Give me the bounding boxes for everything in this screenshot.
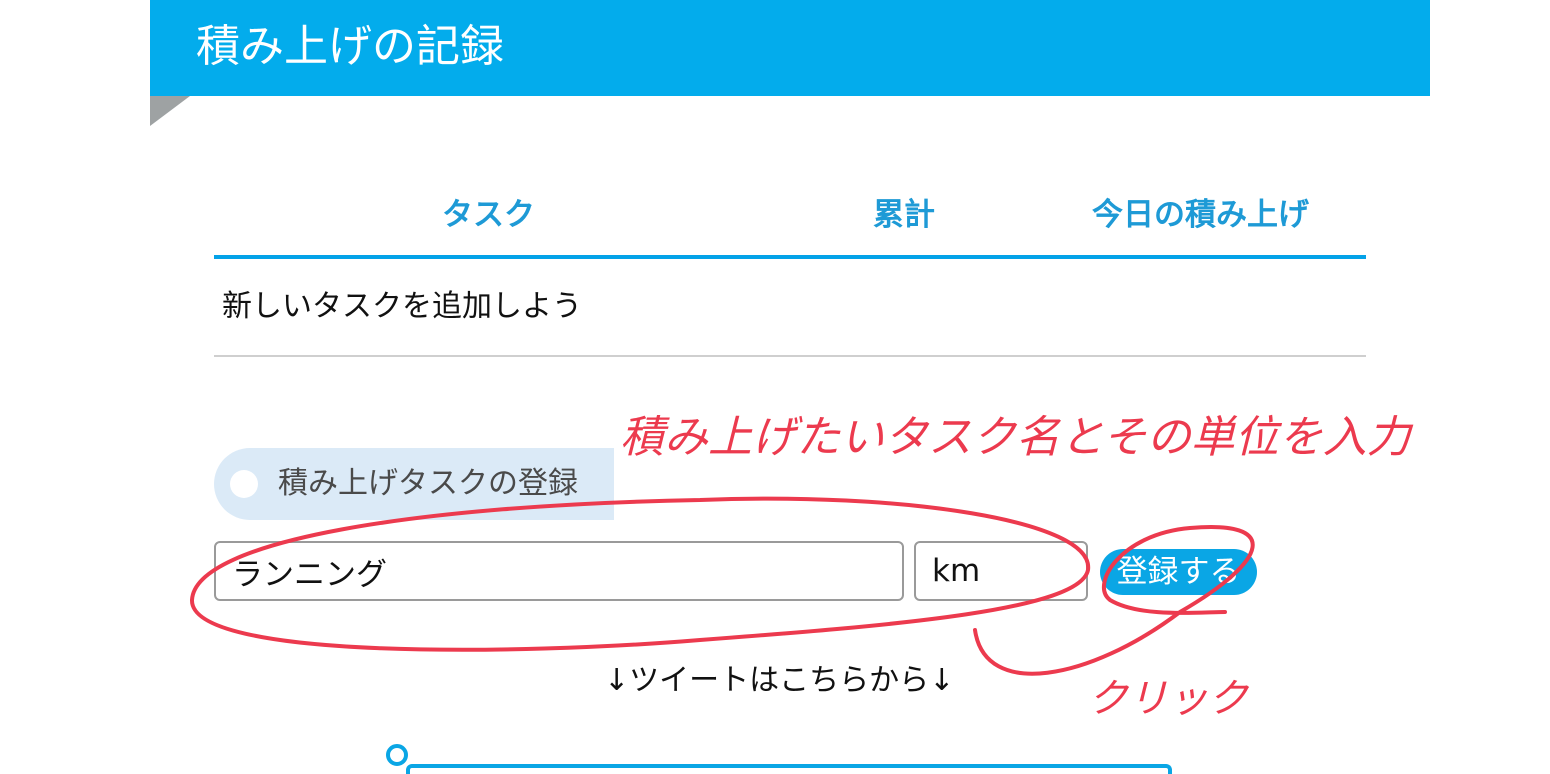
annotation-click-text: クリック <box>1088 676 1250 722</box>
column-header-total: 累計 <box>873 197 935 233</box>
timeline-dot-icon <box>386 744 408 766</box>
table-header-divider <box>214 255 1366 259</box>
header-ribbon: 積み上げの記録 <box>150 0 1430 96</box>
column-header-today: 今日の積み上げ <box>1092 197 1309 233</box>
page-title: 積み上げの記録 <box>196 21 504 72</box>
column-header-task: タスク <box>442 197 535 233</box>
task-name-input[interactable] <box>214 541 904 601</box>
page: 積み上げの記録 タスク 累計 今日の積み上げ 新しいタスクを追加しよう 積み上げ… <box>0 0 1550 774</box>
register-section-label: 積み上げタスクの登録 <box>214 448 614 520</box>
register-button[interactable]: 登録する <box>1100 549 1257 595</box>
empty-task-row: 新しいタスクを追加しよう <box>222 289 582 324</box>
tweet-box <box>406 764 1172 774</box>
row-divider <box>214 355 1366 357</box>
annotation-instruction-text: 積み上げたいタスク名とその単位を入力 <box>620 412 1414 463</box>
register-section-text: 積み上げタスクの登録 <box>278 466 578 501</box>
ribbon-fold <box>150 96 190 126</box>
bullet-dot-icon <box>230 470 258 498</box>
handwritten-annotations: 積み上げたいタスク名とその単位を入力 クリック <box>189 412 1414 722</box>
tweet-note: ↓ツイートはこちらから↓ <box>604 663 955 698</box>
unit-input[interactable] <box>914 541 1088 601</box>
